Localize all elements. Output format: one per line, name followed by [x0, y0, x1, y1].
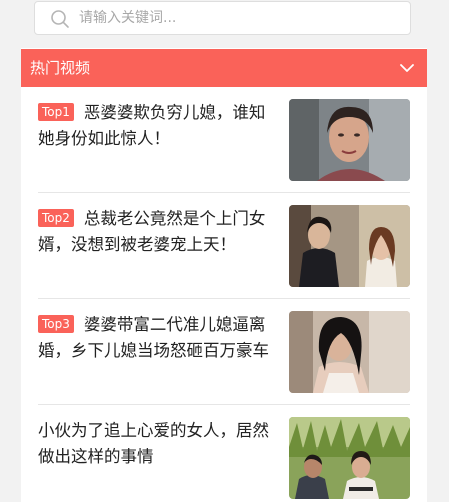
video-title[interactable]: Top1 恶婆婆欺负穷儿媳，谁知她身份如此惊人！ — [38, 100, 270, 152]
video-title[interactable]: Top2 总裁老公竟然是个上门女婿，没想到被老婆宠上天！ — [38, 206, 270, 258]
search-bar — [21, 0, 427, 48]
video-thumbnail[interactable] — [289, 205, 410, 287]
couple-scene-icon — [289, 205, 410, 287]
video-item[interactable]: 小伙为了追上心爱的女人，居然做出这样的事情 — [21, 405, 427, 502]
video-item[interactable]: Top3 婆婆带富二代准儿媳逼离婚，乡下儿媳当场怒砸百万豪车 — [21, 299, 427, 405]
rank-badge: Top3 — [38, 315, 74, 333]
video-item[interactable]: Top1 恶婆婆欺负穷儿媳，谁知她身份如此惊人！ — [21, 87, 427, 193]
video-title[interactable]: 小伙为了追上心爱的女人，居然做出这样的事情 — [38, 418, 270, 470]
woman-portrait-icon — [289, 99, 410, 181]
hot-videos-header[interactable]: 热门视频 — [21, 49, 427, 87]
video-list: Top1 恶婆婆欺负穷儿媳，谁知她身份如此惊人！ Top2 总裁老公竟然是个上门女婿… — [21, 87, 427, 502]
video-item[interactable]: Top2 总裁老公竟然是个上门女婿，没想到被老婆宠上天！ — [21, 193, 427, 299]
video-thumbnail[interactable] — [289, 311, 410, 393]
video-thumbnail[interactable] — [289, 417, 410, 499]
page-gutter-left — [0, 0, 21, 502]
field-scene-icon — [289, 417, 410, 499]
rank-badge: Top1 — [38, 103, 74, 121]
woman-scene-icon — [289, 311, 410, 393]
video-thumbnail[interactable] — [289, 99, 410, 181]
video-title-text: 小伙为了追上心爱的女人，居然做出这样的事情 — [38, 421, 269, 466]
search-box[interactable] — [34, 1, 411, 35]
chevron-down-icon[interactable] — [400, 63, 414, 73]
search-icon — [51, 10, 69, 28]
page-gutter-right — [427, 0, 449, 502]
search-input[interactable] — [79, 7, 399, 29]
rank-badge: Top2 — [38, 209, 74, 227]
video-title[interactable]: Top3 婆婆带富二代准儿媳逼离婚，乡下儿媳当场怒砸百万豪车 — [38, 312, 270, 364]
section-title: 热门视频 — [30, 59, 91, 77]
